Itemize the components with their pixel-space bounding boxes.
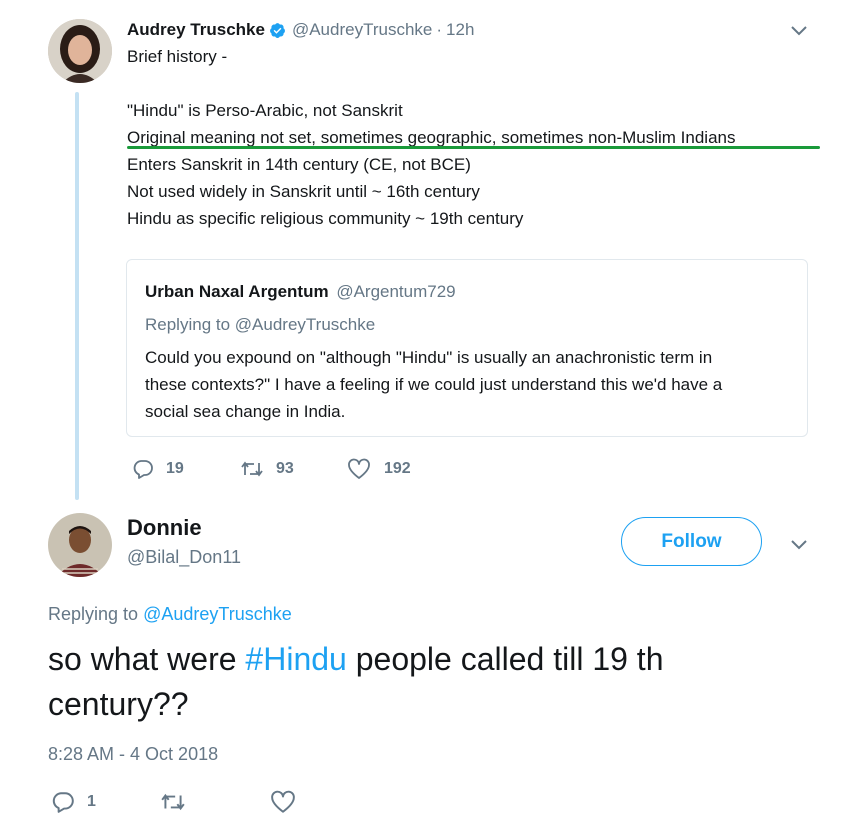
tweet2-text-after: people called till 19 th	[355, 641, 664, 677]
tweet1-text-line-3: Original meaning not set, sometimes geog…	[127, 128, 736, 147]
tweet2-text-before: so what were	[48, 641, 237, 677]
tweet2-author-name[interactable]: Donnie	[127, 515, 202, 541]
quoted-replying-handle: @AudreyTruschke	[234, 315, 376, 334]
tweet2-reply-button[interactable]: 1	[51, 790, 96, 814]
quoted-text-line-1: Could you expound on "although "Hindu" i…	[145, 348, 713, 367]
quoted-author-name: Urban Naxal Argentum	[145, 282, 329, 301]
quoted-text-line-2: these contexts?" I have a feeling if we …	[145, 375, 723, 394]
highlight-underline	[127, 146, 820, 149]
tweet2-reply-count: 1	[87, 793, 96, 810]
tweet1-text-line-5: Not used widely in Sanskrit until ~ 16th…	[127, 182, 480, 201]
tweet2-handle[interactable]: @Bilal_Don11	[127, 547, 241, 568]
tweet2-retweet-button[interactable]	[160, 790, 186, 814]
tweet1-header: Audrey Truschke @AudreyTruschke · 12h	[127, 18, 474, 42]
tweet1-retweet-button[interactable]: 93	[240, 458, 294, 480]
heart-icon	[270, 790, 296, 814]
tweet1-text-line-4: Enters Sanskrit in 14th century (CE, not…	[127, 155, 471, 174]
verified-badge-icon	[269, 22, 286, 39]
quoted-tweet-header: Urban Naxal Argentum @Argentum729	[145, 282, 456, 302]
quoted-handle: @Argentum729	[336, 282, 456, 301]
retweet-icon	[160, 790, 186, 814]
tweet1-time[interactable]: 12h	[446, 20, 474, 40]
avatar-audrey-image	[48, 19, 112, 83]
tweet1-like-button[interactable]: 192	[347, 458, 411, 480]
tweet1-handle[interactable]: @AudreyTruschke	[292, 20, 432, 40]
reply-icon	[132, 458, 154, 480]
heart-icon	[347, 458, 371, 480]
tweet1-reply-count: 19	[166, 460, 184, 477]
quoted-replying-prefix: Replying to	[145, 315, 231, 334]
tweet1-separator: ·	[436, 20, 443, 39]
tweet1-retweet-count: 93	[276, 460, 294, 477]
reply-icon	[51, 790, 75, 814]
avatar-donnie-image	[48, 513, 112, 577]
thread-connector-line	[75, 92, 79, 500]
tweet2-timestamp[interactable]: 8:28 AM - 4 Oct 2018	[48, 744, 218, 765]
avatar-donnie[interactable]	[48, 513, 112, 577]
tweet2-replying-prefix: Replying to	[48, 604, 139, 624]
chevron-down-icon[interactable]	[790, 24, 808, 38]
hashtag-link[interactable]: #Hindu	[245, 641, 346, 677]
tweet1-text-line-1: Brief history -	[127, 47, 228, 66]
tweet1-text-line-6: Hindu as specific religious community ~ …	[127, 209, 524, 228]
tweet1-like-count: 192	[384, 460, 411, 477]
tweet1-reply-button[interactable]: 19	[132, 458, 184, 480]
tweet2-text-line-1: so what were #Hindu people called till 1…	[48, 641, 663, 678]
tweet2-text-line-2: century??	[48, 686, 189, 722]
tweet1-text-line-2: "Hindu" is Perso-Arabic, not Sanskrit	[127, 101, 403, 120]
tweet1-author-name[interactable]: Audrey Truschke	[127, 20, 265, 40]
follow-button[interactable]: Follow	[621, 517, 762, 566]
quoted-replying-to: Replying to @AudreyTruschke	[145, 315, 375, 335]
avatar-audrey[interactable]	[48, 19, 112, 83]
tweet2-menu-chevron-icon[interactable]	[790, 538, 808, 552]
quoted-text-line-3: social sea change in India.	[145, 402, 346, 421]
retweet-icon	[240, 458, 264, 480]
quoted-tweet-card[interactable]: Urban Naxal Argentum @Argentum729 Replyi…	[126, 259, 808, 437]
tweet2-like-button[interactable]	[270, 790, 296, 814]
tweet2-replying-to: Replying to @AudreyTruschke	[48, 604, 292, 625]
tweet2-replying-handle[interactable]: @AudreyTruschke	[143, 604, 292, 624]
